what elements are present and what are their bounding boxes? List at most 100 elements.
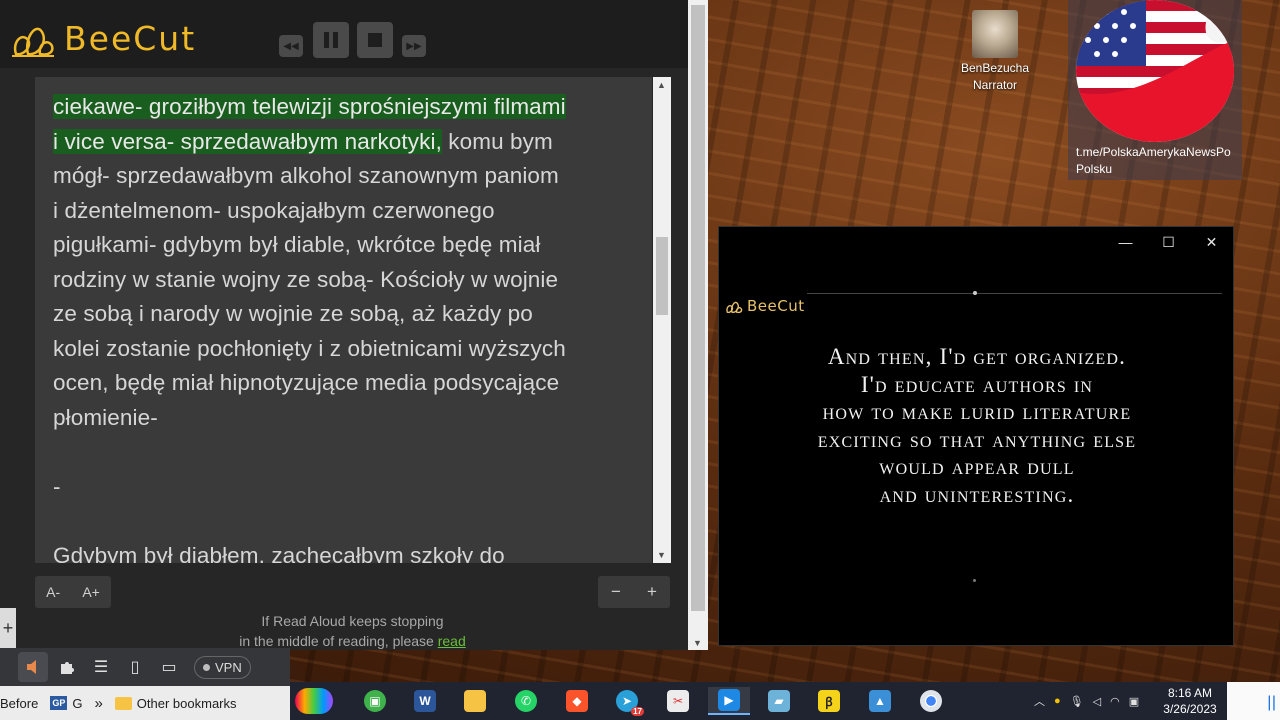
video-dot: [973, 579, 976, 582]
clock-date: 3/26/2023: [1163, 702, 1217, 716]
other-bookmarks-label: Other bookmarks: [136, 695, 237, 711]
puzzle-icon: [61, 662, 74, 674]
taskbar-app-scissors[interactable]: ✂: [663, 687, 693, 715]
reading-scrollbar[interactable]: ▲ ▼: [653, 77, 671, 563]
norton-icon[interactable]: ●: [1054, 695, 1061, 707]
font-increase-button[interactable]: A+: [82, 584, 100, 600]
bee-logo-icon: [726, 301, 743, 314]
notice-read-link[interactable]: read: [438, 633, 466, 649]
close-icon: ✕: [1205, 233, 1218, 250]
narrator-desktop-icon[interactable]: BenBezucha Narrator: [955, 10, 1035, 94]
minimize-button[interactable]: —: [1104, 227, 1147, 257]
flag-desktop-icon[interactable]: t.me/PolskaAmerykaNewsPo Polsku: [1068, 0, 1242, 180]
text-line: ocen, będę miał hipnotyzujące media pods…: [53, 370, 560, 395]
chrome-icon: [920, 690, 942, 712]
caption-line: would appear dull: [879, 454, 1075, 479]
text-line: Gdybym był diabłem, zachęcałbym szkoły d…: [53, 542, 505, 564]
maximize-button[interactable]: ☐: [1147, 227, 1190, 257]
taskbar-app-android[interactable]: ▣: [360, 687, 390, 715]
clock[interactable]: 8:16 AM 3/26/2023: [1150, 685, 1230, 717]
video-preview-window: — ☐ ✕ BeeCut And then, I'd get organized…: [718, 226, 1234, 646]
show-desktop-button[interactable]: | |: [1227, 682, 1280, 720]
maximize-icon: ☐: [1162, 233, 1175, 250]
taskbar-app-notes[interactable]: ▰: [764, 687, 794, 715]
narrator-role: Narrator: [972, 78, 1017, 92]
more-bookmarks-button[interactable]: »: [94, 695, 102, 712]
zoom-out-button[interactable]: −: [611, 582, 621, 602]
taskbar-app-photos[interactable]: ▲: [865, 687, 895, 715]
sidebar-icon[interactable]: ▯: [120, 652, 150, 682]
text-line: ze sobą i narody w wojnie ze sobą, aż ka…: [53, 301, 533, 326]
avatar: [972, 10, 1018, 58]
taskbar-app-cloud[interactable]: [294, 687, 334, 715]
pause-icon: [324, 32, 338, 48]
beecut-icon: ꞵ: [818, 690, 840, 712]
zoom-in-button[interactable]: +: [647, 582, 657, 602]
microphone-icon[interactable]: 🎙: [1070, 695, 1084, 708]
wallet-icon[interactable]: ▭: [154, 652, 184, 682]
bee-logo-icon: [12, 27, 54, 57]
taskbar-app-whatsapp[interactable]: ✆: [511, 687, 541, 715]
display-icon[interactable]: ▣: [1129, 695, 1139, 708]
android-icon: ▣: [364, 690, 386, 712]
playlist-icon[interactable]: ☰: [86, 652, 116, 682]
caption-line: and uninteresting.: [879, 481, 1075, 507]
new-tab-button[interactable]: +: [0, 608, 16, 648]
telegram-badge: 17: [631, 707, 644, 716]
font-size-controls: A- A+: [35, 576, 111, 608]
caption-line: And then, I'd get organized.: [827, 344, 1127, 369]
brand-name: BeeCut: [64, 18, 197, 58]
scroll-up-icon[interactable]: ▲: [657, 80, 666, 90]
paragraph-separator: -: [53, 473, 61, 499]
reader-window: BeeCut ◀◀ ▶▶ ciekawe- groziłbym telewizj…: [0, 0, 708, 650]
whatsapp-icon: ✆: [515, 690, 537, 712]
clock-time: 8:16 AM: [1167, 686, 1213, 700]
taskbar-app-chrome[interactable]: [916, 687, 946, 715]
font-decrease-button[interactable]: A-: [46, 584, 60, 600]
notes-icon: ▰: [768, 690, 790, 712]
extensions-icon[interactable]: [52, 652, 82, 682]
notice-line1: If Read Aloud keeps stopping: [261, 613, 444, 629]
text-line: kolei zostanie pochłonięty i z obietnica…: [53, 335, 566, 361]
chevron-up-icon[interactable]: ︿: [1034, 693, 1045, 709]
stop-button[interactable]: [357, 22, 393, 58]
wifi-icon[interactable]: ◠: [1110, 695, 1120, 708]
scroll-thumb[interactable]: [656, 237, 668, 315]
taskbar-app-word[interactable]: W: [410, 687, 440, 715]
highlighted-sentence-line1: ciekawe- groziłbym telewizji sprośniejsz…: [53, 94, 566, 119]
read-aloud-extension-icon[interactable]: [18, 652, 48, 682]
text-line: i dżentelmenom- uspokajałbym czerwonego: [53, 197, 495, 223]
vpn-status-icon: [203, 663, 210, 671]
rewind-icon: ◀◀: [283, 40, 299, 52]
text-line: pigułkami- gdybym był diable, wkrótce bę…: [53, 232, 541, 257]
rewind-button[interactable]: ◀◀: [279, 35, 303, 57]
bookmark-g-label: G: [72, 695, 83, 711]
read-aloud-notice: If Read Aloud keeps stopping in the midd…: [180, 611, 525, 651]
bookmark-gp[interactable]: GP G: [50, 696, 82, 711]
forward-icon: ▶▶: [406, 40, 422, 52]
taskbar-app-brave[interactable]: ◆: [562, 687, 592, 715]
window-scroll-thumb[interactable]: [691, 5, 705, 611]
taskbar-app-explorer[interactable]: [460, 687, 490, 715]
progress-marker: [973, 291, 977, 295]
pause-button[interactable]: [313, 22, 349, 58]
other-bookmarks[interactable]: Other bookmarks: [114, 695, 237, 711]
text-line: płomienie-: [53, 404, 158, 430]
taskbar-app-telegram[interactable]: ➤ 17: [612, 687, 644, 716]
gp-icon: GP: [50, 696, 68, 710]
close-button[interactable]: ✕: [1190, 227, 1233, 257]
forward-button[interactable]: ▶▶: [402, 35, 426, 57]
video-watermark: BeeCut: [725, 297, 805, 315]
vpn-button[interactable]: VPN: [194, 655, 251, 679]
scroll-down-icon[interactable]: ▼: [693, 638, 702, 648]
window-scrollbar[interactable]: ▲ ▼: [688, 0, 708, 650]
bookmark-before[interactable]: Before: [0, 696, 38, 711]
scroll-down-icon[interactable]: ▼: [657, 550, 666, 560]
taskbar-app-beecut-recorder[interactable]: ▶: [708, 687, 750, 715]
progress-line: [807, 293, 1222, 294]
volume-icon[interactable]: ◁: [1093, 695, 1101, 708]
brand-logo: BeeCut: [10, 18, 196, 58]
zoom-controls: − +: [598, 576, 670, 608]
taskbar-app-beecut[interactable]: ꞵ: [814, 687, 844, 715]
reading-pane[interactable]: ciekawe- groziłbym telewizji sprośniejsz…: [35, 77, 652, 563]
